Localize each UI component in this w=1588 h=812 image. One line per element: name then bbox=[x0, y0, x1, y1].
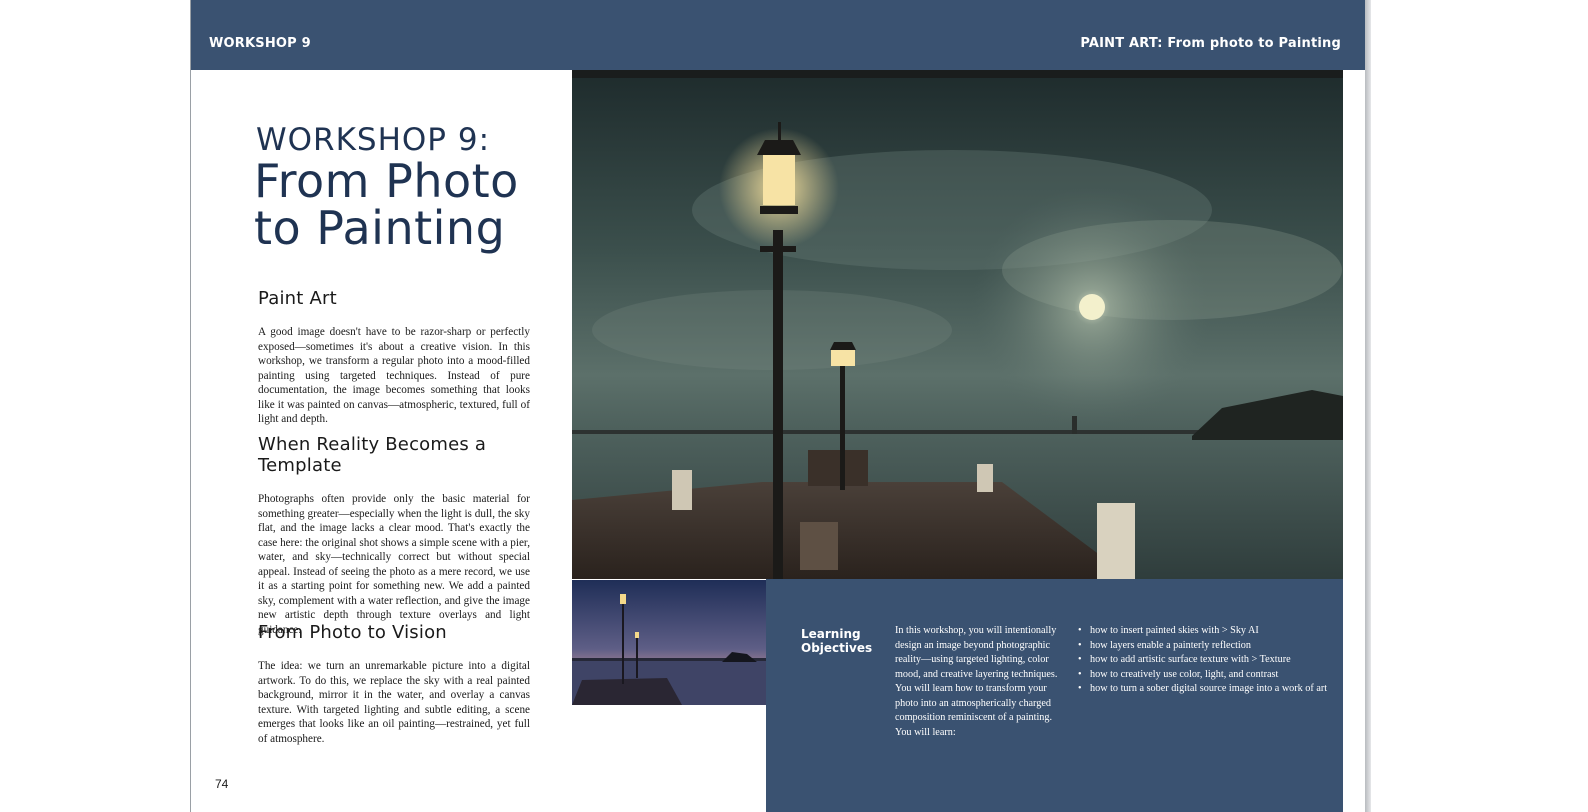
original-photo-thumbnail bbox=[572, 579, 766, 705]
section-body: The idea: we turn an unremarkable pictur… bbox=[258, 660, 530, 745]
section-heading: When Reality Becomes a Template bbox=[258, 434, 487, 476]
left-text-page: WORKSHOP 9: From Photo to Painting Paint… bbox=[191, 70, 584, 812]
hero-painting-image bbox=[572, 70, 1343, 579]
list-item: how to add artistic surface texture with… bbox=[1078, 653, 1330, 668]
workshop-main-title: From Photo to Painting bbox=[254, 158, 519, 252]
section-heading: Paint Art bbox=[258, 288, 337, 309]
page-edge-right bbox=[1365, 0, 1371, 812]
book-spread: WORKSHOP 9 PAINT ART: From photo to Pain… bbox=[191, 0, 1365, 812]
header-title-label: PAINT ART: From photo to Painting bbox=[1080, 36, 1341, 51]
section-reality-template: When Reality Becomes a Template Photogra… bbox=[258, 434, 530, 637]
page-number: 74 bbox=[215, 777, 229, 791]
list-item: how to insert painted skies with > Sky A… bbox=[1078, 624, 1330, 639]
title-line-2: to Painting bbox=[254, 201, 506, 255]
section-heading: From Photo to Vision bbox=[258, 622, 447, 643]
objectives-intro: In this workshop, you will intentionally… bbox=[895, 625, 1058, 738]
list-item: how layers enable a painterly reflection bbox=[1078, 639, 1330, 654]
section-body: Photographs often provide only the basic… bbox=[258, 493, 530, 636]
section-paint-art: Paint Art A good image doesn't have to b… bbox=[258, 288, 530, 427]
objectives-list: how to insert painted skies with > Sky A… bbox=[1078, 624, 1330, 697]
objectives-title: Learning Objectives bbox=[801, 627, 873, 655]
title-line-1: From Photo bbox=[254, 154, 519, 208]
list-item: how to creatively use color, light, and … bbox=[1078, 668, 1330, 683]
header-chapter-label: WORKSHOP 9 bbox=[209, 36, 311, 51]
learning-objectives-box: Learning Objectives In this workshop, yo… bbox=[766, 579, 1343, 812]
section-body: A good image doesn't have to be razor-sh… bbox=[258, 326, 530, 425]
section-photo-to-vision: From Photo to Vision The idea: we turn a… bbox=[258, 622, 530, 746]
list-item: how to turn a sober digital source image… bbox=[1078, 682, 1330, 697]
running-header: WORKSHOP 9 PAINT ART: From photo to Pain… bbox=[191, 0, 1365, 70]
workshop-number-title: WORKSHOP 9: bbox=[256, 122, 491, 158]
